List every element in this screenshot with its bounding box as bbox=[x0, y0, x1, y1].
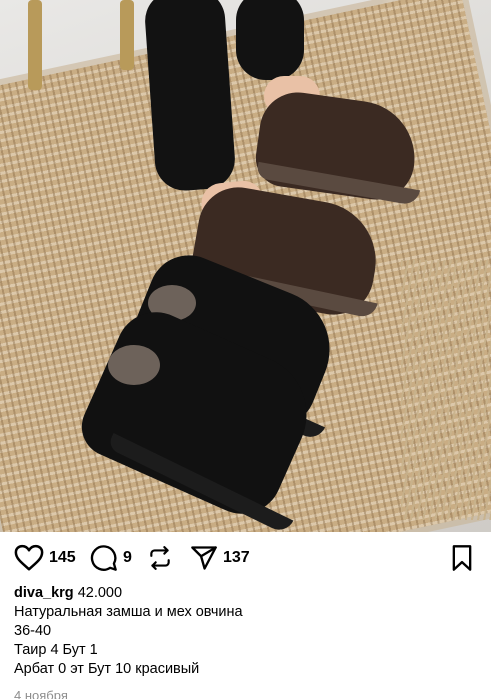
username-link[interactable]: diva_krg bbox=[14, 585, 74, 601]
post-photo[interactable] bbox=[0, 0, 491, 532]
caption-text: Натуральная замша и мех овчина bbox=[14, 604, 243, 620]
like-count: 145 bbox=[49, 549, 76, 566]
chair-leg bbox=[120, 0, 134, 70]
rug-fringe bbox=[401, 260, 491, 520]
comment-button[interactable]: 9 bbox=[90, 540, 132, 576]
caption-line: diva_krg 42.000 bbox=[14, 584, 484, 603]
repost-button[interactable] bbox=[147, 540, 173, 576]
caption-text: Арбат 0 эт Бут 10 красивый bbox=[14, 661, 200, 677]
like-button[interactable]: 145 bbox=[14, 540, 76, 576]
heart-icon bbox=[14, 544, 44, 571]
share-count: 137 bbox=[223, 549, 250, 566]
caption-text: 36-40 bbox=[14, 623, 52, 639]
save-button[interactable] bbox=[450, 540, 474, 576]
post-caption: diva_krg 42.000 Натуральная замша и мех … bbox=[14, 584, 484, 679]
share-button[interactable]: 137 bbox=[190, 540, 250, 576]
chair-leg bbox=[28, 0, 42, 90]
bookmark-icon bbox=[452, 545, 472, 571]
comment-icon bbox=[90, 545, 117, 571]
post-date: 4 ноября bbox=[14, 688, 68, 699]
sheepskin-lining bbox=[108, 345, 160, 385]
leg bbox=[143, 0, 237, 193]
send-icon bbox=[191, 546, 217, 570]
leg bbox=[236, 0, 304, 80]
caption-text: Таир 4 Бут 1 bbox=[14, 642, 98, 658]
post-actions-bar: 145 9 137 bbox=[0, 540, 491, 576]
caption-text: 42.000 bbox=[77, 585, 123, 601]
comment-count: 9 bbox=[123, 549, 132, 566]
repost-icon bbox=[150, 546, 170, 570]
